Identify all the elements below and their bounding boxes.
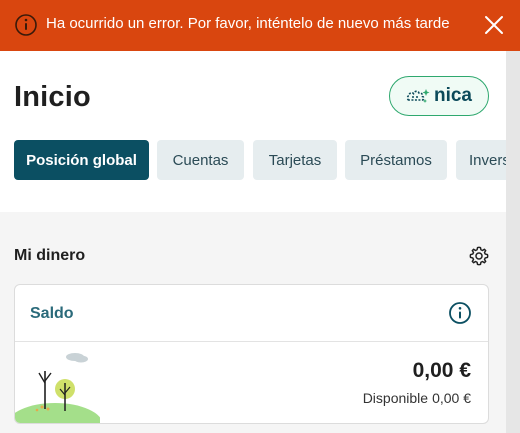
tab-posicion-global[interactable]: Posición global: [14, 140, 149, 180]
nica-assistant-icon: [406, 89, 430, 103]
tab-tarjetas[interactable]: Tarjetas: [253, 140, 337, 180]
tab-inversiones[interactable]: Invers: [456, 140, 506, 180]
available-label: Disponible: [362, 390, 429, 406]
balance-card[interactable]: Saldo 0,00 € Disponible 0,00 €: [14, 284, 489, 424]
error-banner: Ha ocurrido un error. Por favor, inténte…: [0, 0, 520, 51]
info-icon[interactable]: [448, 301, 472, 325]
error-message: Ha ocurrido un error. Por favor, inténte…: [46, 15, 450, 32]
tab-cuentas[interactable]: Cuentas: [157, 140, 244, 180]
available-value: 0,00 €: [432, 390, 471, 406]
section-title: Mi dinero: [14, 247, 86, 264]
balance-amount: 0,00 €: [412, 359, 471, 382]
card-title: Saldo: [30, 305, 74, 322]
available-balance: Disponible 0,00 €: [363, 390, 471, 406]
page-header: Inicio nica Posición global Cuentas Tarj…: [0, 51, 506, 212]
close-icon[interactable]: [482, 13, 506, 37]
nica-assistant-button[interactable]: nica: [389, 76, 489, 116]
tree-illustration: [15, 353, 100, 423]
card-divider: [15, 341, 488, 342]
page-title: Inicio: [14, 81, 91, 113]
warning-info-icon: [15, 14, 37, 36]
gear-icon[interactable]: [468, 245, 490, 267]
scrollbar[interactable]: [506, 51, 520, 433]
tab-prestamos[interactable]: Préstamos: [345, 140, 447, 180]
nica-label: nica: [433, 85, 473, 106]
tab-bar: Posición global Cuentas Tarjetas Préstam…: [14, 140, 506, 180]
